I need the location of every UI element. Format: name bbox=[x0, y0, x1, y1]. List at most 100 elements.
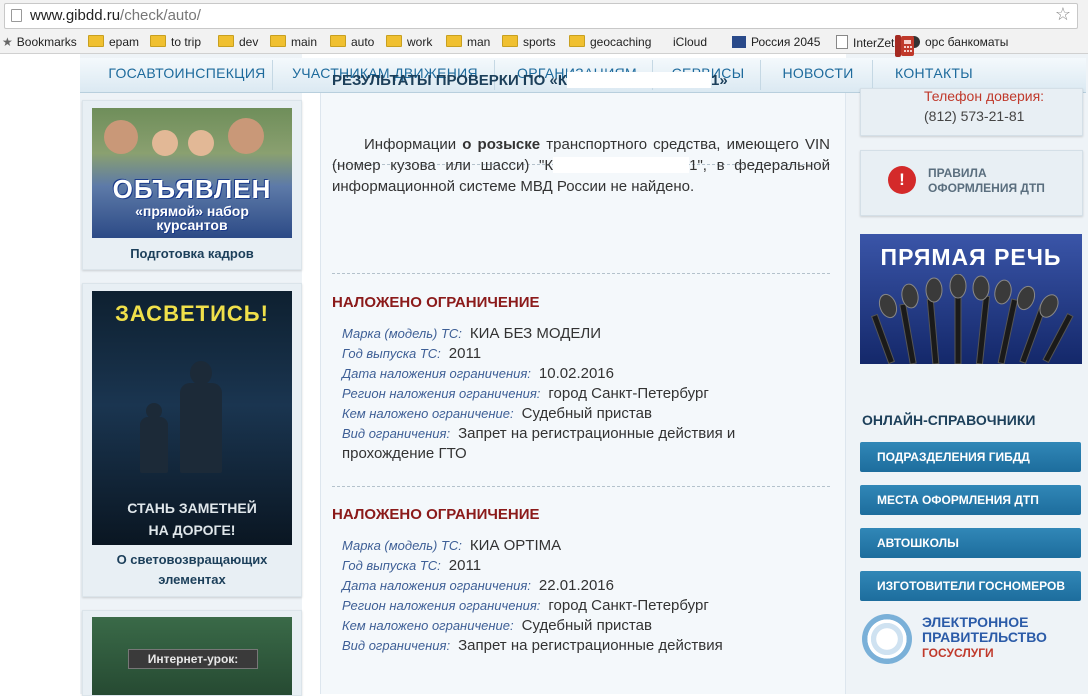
restriction-row: Регион наложения ограничения: город Санкт… bbox=[342, 596, 822, 616]
bookmark-label: to trip bbox=[171, 35, 202, 49]
direct-speech-banner[interactable]: ПРЯМАЯ РЕЧЬ bbox=[860, 234, 1082, 364]
child-silhouette bbox=[140, 417, 168, 473]
bookmark-man[interactable]: man bbox=[446, 35, 490, 49]
page-icon bbox=[836, 35, 848, 49]
url-text[interactable]: www.gibdd.ru/check/auto/ bbox=[30, 7, 201, 24]
year-label: Год выпуска ТС: bbox=[342, 558, 441, 573]
restriction-row: Вид ограничения: Запрет на регистрационны… bbox=[342, 636, 822, 656]
banner-headline: ОБЪЯВЛЕН bbox=[112, 174, 272, 204]
alert-icon: ! bbox=[888, 166, 916, 194]
authority-value: Судебный пристав bbox=[521, 405, 652, 422]
banner-subline: СТАНЬ ЗАМЕТНЕЙ НА ДОРОГЕ! bbox=[127, 500, 257, 538]
rules-line2: ОФОРМЛЕНИЯ ДТП bbox=[928, 181, 1045, 195]
bookmark-label: sports bbox=[523, 35, 556, 49]
bookmark-sports[interactable]: sports bbox=[502, 35, 556, 49]
bookmark-geocaching[interactable]: geocaching bbox=[569, 35, 651, 49]
url-path: /check/auto/ bbox=[120, 7, 201, 24]
year-value: 2011 bbox=[448, 345, 482, 362]
make-value: КИА OPTIMA bbox=[469, 537, 562, 554]
bookmark-auto[interactable]: auto bbox=[330, 35, 374, 49]
bookmark-epam[interactable]: epam bbox=[88, 35, 139, 49]
redacted-vin bbox=[553, 157, 690, 173]
browser-toolbar: www.gibdd.ru/check/auto/ ☆ bbox=[0, 0, 1088, 32]
nav-gosavtoinspekciya[interactable]: ГОСАВТОИНСПЕКЦИЯ bbox=[102, 58, 272, 92]
date-value: 10.02.2016 bbox=[538, 365, 614, 382]
page-icon bbox=[11, 9, 22, 22]
restriction-row: Кем наложено ограничение: Судебный приста… bbox=[342, 616, 822, 636]
online-directories-title: ОНЛАЙН-СПРАВОЧНИКИ bbox=[862, 412, 1036, 428]
info-text: Информации bbox=[364, 136, 457, 153]
nav-news[interactable]: НОВОСТИ bbox=[766, 58, 870, 92]
banner-recruitment[interactable]: ОБЪЯВЛЕН «прямой» набор курсантов Подгото… bbox=[82, 100, 302, 270]
btn-plate-makers[interactable]: ИЗГОТОВИТЕЛИ ГОСНОМЕРОВ bbox=[860, 571, 1081, 601]
type-label: Вид ограничения: bbox=[342, 638, 451, 653]
bookmarks-menu[interactable]: ★ Bookmarks bbox=[2, 35, 77, 49]
bookmark-star-icon[interactable]: ☆ bbox=[1055, 4, 1071, 25]
restriction-row: Год выпуска ТС: 2011 bbox=[342, 556, 822, 576]
restriction-row: Вид ограничения: Запрет на регистрационны… bbox=[342, 424, 782, 464]
bookmark-main[interactable]: main bbox=[270, 35, 317, 49]
make-label: Марка (модель) ТС: bbox=[342, 538, 462, 553]
nav-contacts[interactable]: КОНТАКТЫ bbox=[878, 58, 990, 92]
gosuslugi-link[interactable]: ЭЛЕКТРОННОЕ ПРАВИТЕЛЬСТВО ГОСУСЛУГИ bbox=[922, 615, 1047, 661]
accident-rules-label[interactable]: ПРАВИЛА ОФОРМЛЕНИЯ ДТП bbox=[928, 166, 1045, 196]
restriction-row: Дата наложения ограничения: 22.01.2016 bbox=[342, 576, 822, 596]
banner-sub2: курсантов bbox=[156, 217, 228, 233]
restriction-row: Дата наложения ограничения: 10.02.2016 bbox=[342, 364, 822, 384]
egov-line1: ЭЛЕКТРОННОЕ bbox=[922, 614, 1029, 630]
restriction-row: Кем наложено ограничение: Судебный приста… bbox=[342, 404, 822, 424]
result-title-suffix: 1» bbox=[711, 72, 728, 89]
region-value: город Санкт-Петербург bbox=[548, 597, 709, 614]
person-silhouette bbox=[190, 361, 212, 385]
restriction-row: Год выпуска ТС: 2011 bbox=[342, 344, 822, 364]
result-title: РЕЗУЛЬТАТЫ ПРОВЕРКИ ПО «К 1» bbox=[332, 72, 728, 89]
bookmark-interzet[interactable]: InterZet bbox=[836, 35, 894, 50]
folder-icon bbox=[330, 35, 346, 47]
bookmark-label: dev bbox=[239, 35, 259, 49]
bookmark-to-trip[interactable]: to trip bbox=[150, 35, 201, 49]
folder-icon bbox=[88, 35, 104, 47]
make-value: КИА БЕЗ МОДЕЛИ bbox=[469, 325, 601, 342]
btn-driving-schools[interactable]: АВТОШКОЛЫ bbox=[860, 528, 1081, 558]
divider bbox=[332, 486, 830, 487]
banner-headline: ЗАСВЕТИСЬ! bbox=[115, 301, 269, 326]
bookmark-work[interactable]: work bbox=[386, 35, 432, 49]
btn-accident-places[interactable]: МЕСТА ОФОРМЛЕНИЯ ДТП bbox=[860, 485, 1081, 515]
bookmark-icloud[interactable]: iCloud bbox=[669, 35, 707, 49]
banner-caption[interactable]: О световозвращающих элементах bbox=[103, 550, 281, 590]
nav-divider bbox=[272, 60, 273, 90]
year-label: Год выпуска ТС: bbox=[342, 346, 441, 361]
bookmark-label: main bbox=[291, 35, 318, 49]
banner-internet-lesson[interactable]: Интернет-урок: bbox=[82, 610, 302, 696]
bookmark-label: auto bbox=[351, 35, 375, 49]
folder-icon bbox=[270, 35, 286, 47]
restriction-title: НАЛОЖЕНО ОГРАНИЧЕНИЕ bbox=[332, 294, 540, 311]
url-host: www.gibdd.ru bbox=[30, 7, 121, 24]
phone-icon bbox=[895, 35, 914, 57]
banner-caption[interactable]: Подготовка кадров bbox=[83, 244, 301, 264]
bookmark-dev[interactable]: dev bbox=[218, 35, 258, 49]
wanted-check-info: Информации о розыске транспортного средс… bbox=[332, 134, 830, 197]
btn-gibdd-units[interactable]: ПОДРАЗДЕЛЕНИЯ ГИБДД bbox=[860, 442, 1081, 472]
divider bbox=[332, 273, 830, 274]
officer-photo bbox=[228, 118, 264, 154]
redacted-number bbox=[567, 72, 712, 88]
address-bar[interactable]: www.gibdd.ru/check/auto/ ☆ bbox=[4, 3, 1078, 29]
bookmark-russia-2045[interactable]: Россия 2045 bbox=[732, 35, 820, 49]
date-value: 22.01.2016 bbox=[538, 577, 614, 594]
make-label: Марка (модель) ТС: bbox=[342, 326, 462, 341]
nav-divider bbox=[872, 60, 873, 90]
bookmark-label: work bbox=[407, 35, 433, 49]
banner-reflective[interactable]: ЗАСВЕТИСЬ! СТАНЬ ЗАМЕТНЕЙ НА ДОРОГЕ! О с… bbox=[82, 283, 302, 597]
hotline-label: Телефон доверия: bbox=[924, 88, 1045, 104]
microphones-icon bbox=[870, 274, 1074, 364]
restriction-title: НАЛОЖЕНО ОГРАНИЧЕНИЕ bbox=[332, 506, 540, 523]
gosuslugi-logo-icon[interactable] bbox=[862, 614, 912, 664]
authority-value: Судебный пристав bbox=[521, 617, 652, 634]
date-label: Дата наложения ограничения: bbox=[342, 578, 531, 593]
folder-icon bbox=[386, 35, 402, 47]
bookmark-ors-atm[interactable]: орс банкоматы bbox=[908, 35, 1008, 49]
folder-icon bbox=[218, 35, 234, 47]
folder-icon bbox=[150, 35, 166, 47]
folder-icon bbox=[502, 35, 518, 47]
